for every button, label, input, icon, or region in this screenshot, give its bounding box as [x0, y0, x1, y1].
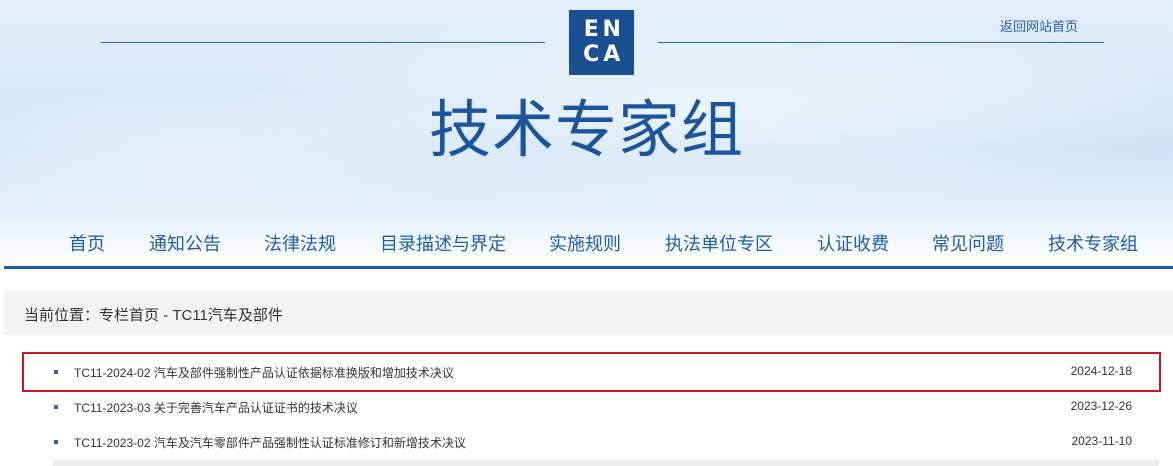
list-bottom-divider: [53, 460, 1159, 466]
page-title: 技术专家组: [428, 93, 744, 166]
bullet-icon: [54, 405, 58, 409]
list-item-title[interactable]: TC11-2023-03 关于完善汽车产品认证证书的技术决议: [74, 399, 358, 416]
logo-letter: N: [602, 17, 621, 42]
breadcrumb: 当前位置：专栏首页 - TC11汽车及部件: [4, 290, 1173, 335]
nav-item-rules[interactable]: 实施规则: [549, 230, 621, 256]
header-divider-right: [658, 42, 1104, 43]
return-home-link[interactable]: 返回网站首页: [1000, 16, 1078, 35]
logo-letter: E: [583, 17, 599, 42]
list-item-date: 2023-12-26: [1070, 399, 1132, 413]
bullet-icon: [54, 440, 58, 444]
breadcrumb-text: 当前位置：专栏首页 - TC11汽车及部件: [24, 307, 283, 324]
logo-letter: A: [603, 41, 621, 67]
nav-item-faq[interactable]: 常见问题: [932, 230, 1004, 256]
list-item-title[interactable]: TC11-2024-02 汽车及部件强制性产品认证依据标准换版和增加技术决议: [74, 364, 454, 381]
list-item-date: 2024-12-18: [1070, 364, 1132, 378]
nav-item-expert-group[interactable]: 技术专家组: [1048, 230, 1138, 256]
list-item-date: 2023-11-10: [1071, 434, 1133, 448]
bullet-icon: [54, 370, 58, 374]
logo-letter: C: [583, 41, 600, 67]
header-divider-left: [101, 42, 545, 43]
main-nav: 首页 通知公告 法律法规 目录描述与界定 实施规则 执法单位专区 认证收费 常见…: [0, 226, 1173, 266]
list-item-title[interactable]: TC11-2023-02 汽车及汽车零部件产品强制性认证标准修订和新增技术决议: [74, 434, 466, 451]
list-item[interactable]: TC11-2023-03 关于完善汽车产品认证证书的技术决议 2023-12-2…: [24, 389, 1159, 425]
nav-item-catalog[interactable]: 目录描述与界定: [380, 230, 506, 256]
nav-item-home[interactable]: 首页: [69, 230, 105, 256]
nav-item-enforcement[interactable]: 执法单位专区: [665, 230, 773, 256]
nav-item-notices[interactable]: 通知公告: [149, 230, 221, 256]
list-item[interactable]: TC11-2023-02 汽车及汽车零部件产品强制性认证标准修订和新增技术决议 …: [24, 424, 1159, 460]
list-item[interactable]: TC11-2024-02 汽车及部件强制性产品认证依据标准换版和增加技术决议 2…: [22, 352, 1161, 392]
nav-item-laws[interactable]: 法律法规: [264, 230, 336, 256]
nav-underline: [4, 266, 1173, 269]
cnca-logo[interactable]: E N C A: [569, 10, 634, 75]
nav-item-fees[interactable]: 认证收费: [817, 230, 889, 256]
